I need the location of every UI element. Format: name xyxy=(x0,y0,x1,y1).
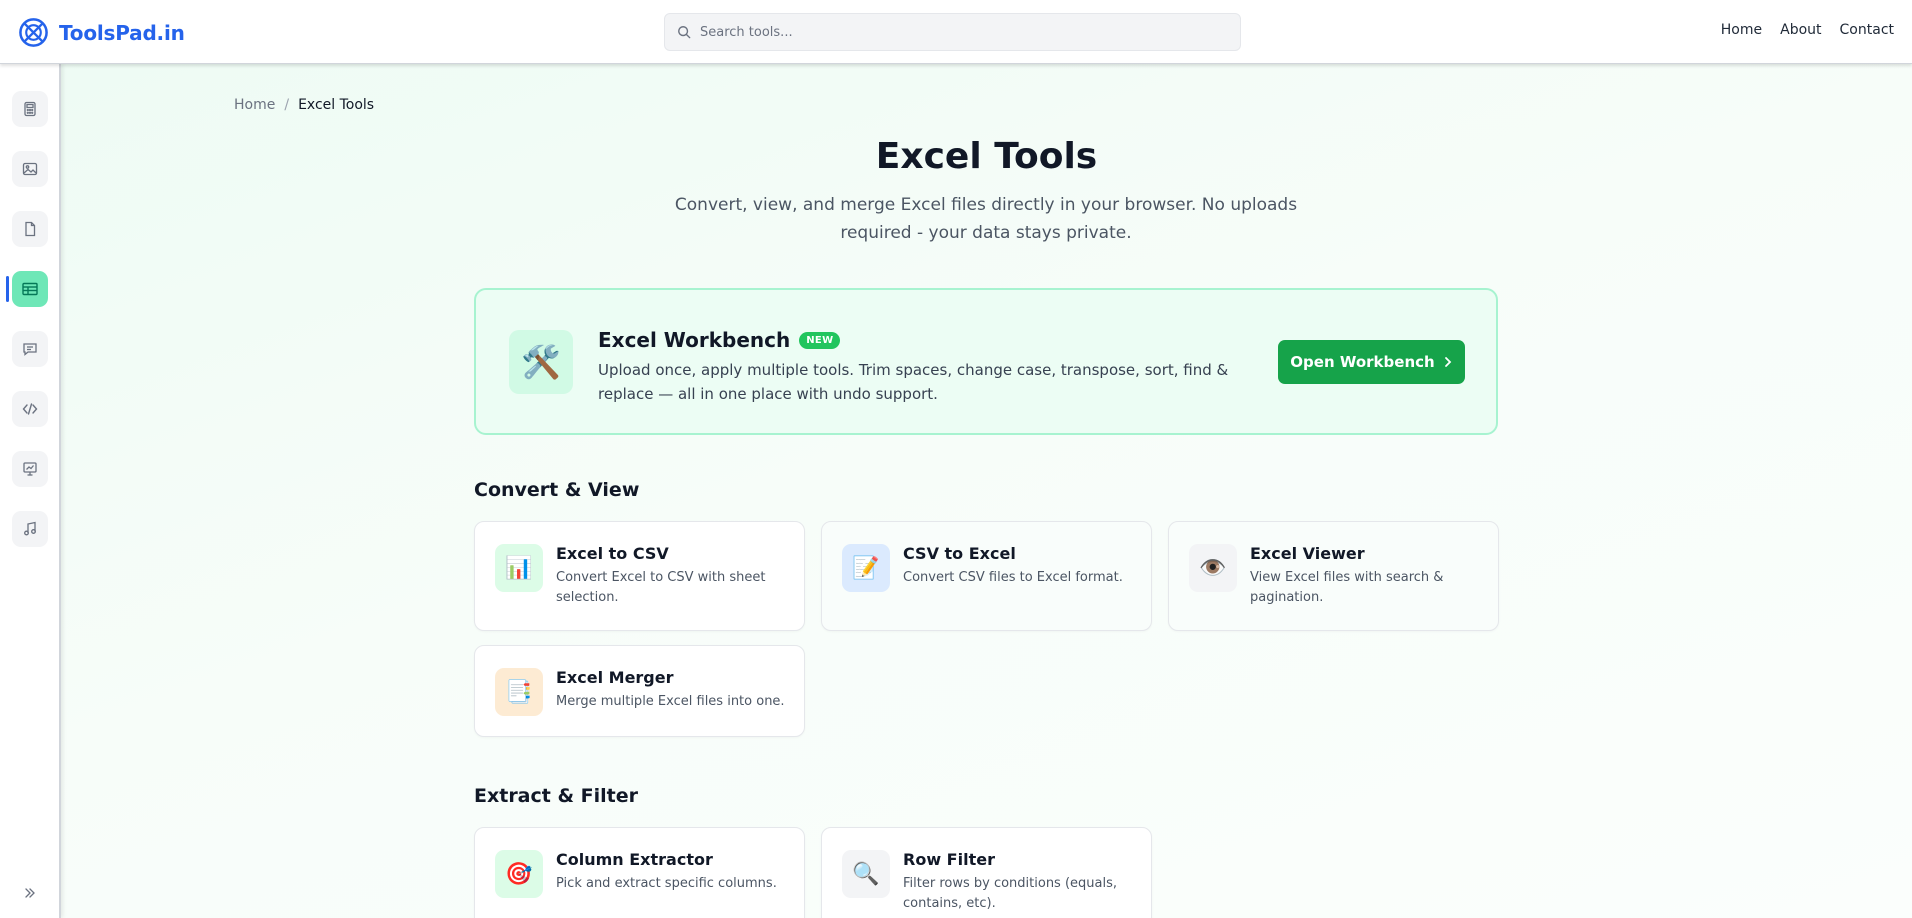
tools-icon: 🛠️ xyxy=(509,330,573,394)
page-subtitle: Convert, view, and merge Excel files dir… xyxy=(674,195,1298,243)
tool-card-excel-merger[interactable]: 📑 Excel Merger Merge multiple Excel file… xyxy=(474,645,805,737)
search-icon xyxy=(678,26,691,39)
top-nav: Home About Contact xyxy=(1721,22,1894,38)
magnifier-icon: 🔍 xyxy=(842,850,890,898)
presentation-icon xyxy=(23,462,37,476)
breadcrumb-separator: / xyxy=(284,97,290,113)
tool-card-csv-to-excel[interactable]: 📝 CSV to Excel Convert CSV files to Exce… xyxy=(821,521,1152,631)
nav-home-link[interactable]: Home xyxy=(1721,22,1762,38)
music-icon xyxy=(24,521,36,536)
section-title-extract-filter: Extract & Filter xyxy=(474,785,638,807)
nav-contact-link[interactable]: Contact xyxy=(1840,22,1894,38)
brand[interactable]: ToolsPad.in xyxy=(18,17,185,48)
search-input[interactable] xyxy=(700,24,1220,40)
target-icon: 🎯 xyxy=(495,850,543,898)
page-title: Excel Tools xyxy=(875,136,1098,177)
breadcrumb-current: Excel Tools xyxy=(298,97,375,113)
workbench-title: Excel Workbench xyxy=(598,328,791,352)
sidebar-item-audio-tools[interactable] xyxy=(12,511,48,547)
tool-card-title: Row Filter xyxy=(903,850,995,869)
chart-icon: 📊 xyxy=(495,544,543,592)
open-workbench-label: Open Workbench xyxy=(1290,353,1435,371)
tool-card-description: Convert Excel to CSV with sheet selectio… xyxy=(556,570,766,605)
chevrons-right-icon xyxy=(25,888,35,898)
section-title-convert-view: Convert & View xyxy=(474,479,640,501)
sidebar-item-excel-tools[interactable] xyxy=(12,271,48,307)
tool-card-title: CSV to Excel xyxy=(903,544,1016,563)
top-header: ToolsPad.in Home About Contact xyxy=(0,0,1912,64)
tool-card-column-extractor[interactable]: 🎯 Column Extractor Pick and extract spec… xyxy=(474,827,805,918)
nav-about-link[interactable]: About xyxy=(1780,22,1821,38)
workbench-description: Upload once, apply multiple tools. Trim … xyxy=(598,361,1229,403)
tool-card-excel-viewer[interactable]: 👁️ Excel Viewer View Excel files with se… xyxy=(1168,521,1499,631)
logo-icon xyxy=(19,18,48,47)
sidebar-item-calculators[interactable] xyxy=(12,91,48,127)
breadcrumb-home[interactable]: Home xyxy=(234,97,275,113)
active-indicator xyxy=(6,276,9,302)
sidebar-expand-button[interactable] xyxy=(21,884,39,902)
sidebar-item-presentation-tools[interactable] xyxy=(12,451,48,487)
breadcrumb: Home / Excel Tools xyxy=(234,97,374,113)
tool-card-excel-to-csv[interactable]: 📊 Excel to CSV Convert Excel to CSV with… xyxy=(474,521,805,631)
tool-card-description: Pick and extract specific columns. xyxy=(556,876,777,891)
main-content: Home / Excel Tools Excel Tools Convert, … xyxy=(61,64,1912,918)
sidebar-item-pdf-tools[interactable] xyxy=(12,211,48,247)
memo-icon: 📝 xyxy=(842,544,890,592)
tool-card-description: Merge multiple Excel files into one. xyxy=(556,694,785,709)
tool-card-title: Excel Merger xyxy=(556,668,674,687)
bookmark-tabs-icon: 📑 xyxy=(495,668,543,716)
tool-card-row-filter[interactable]: 🔍 Row Filter Filter rows by conditions (… xyxy=(821,827,1152,918)
sidebar-item-developer-tools[interactable] xyxy=(12,391,48,427)
tool-card-title: Column Extractor xyxy=(556,850,713,869)
new-badge: NEW xyxy=(799,331,841,349)
code-icon xyxy=(22,403,38,415)
image-icon xyxy=(22,162,38,176)
sidebar-item-image-tools[interactable] xyxy=(12,151,48,187)
calculator-icon xyxy=(24,101,36,117)
sidebar-item-text-tools[interactable] xyxy=(12,331,48,367)
tool-card-title: Excel to CSV xyxy=(556,544,669,563)
tool-card-title: Excel Viewer xyxy=(1250,544,1365,563)
chat-icon xyxy=(23,343,37,356)
tool-card-description: Convert CSV files to Excel format. xyxy=(903,570,1123,585)
tool-card-description: Filter rows by conditions (equals, conta… xyxy=(903,876,1118,911)
spreadsheet-icon xyxy=(22,282,38,296)
open-workbench-button[interactable]: Open Workbench xyxy=(1278,340,1465,384)
tool-card-description: View Excel files with search & paginatio… xyxy=(1250,570,1444,605)
workbench-banner: 🛠️ Excel Workbench NEW Upload once, appl… xyxy=(474,288,1498,435)
file-icon xyxy=(25,221,36,237)
chevron-right-icon xyxy=(1444,357,1451,367)
brand-name: ToolsPad.in xyxy=(59,20,185,45)
workbench-heading: Excel Workbench NEW xyxy=(598,328,841,352)
eye-icon: 👁️ xyxy=(1189,544,1237,592)
search-bar[interactable] xyxy=(664,13,1241,51)
sidebar xyxy=(0,64,61,918)
